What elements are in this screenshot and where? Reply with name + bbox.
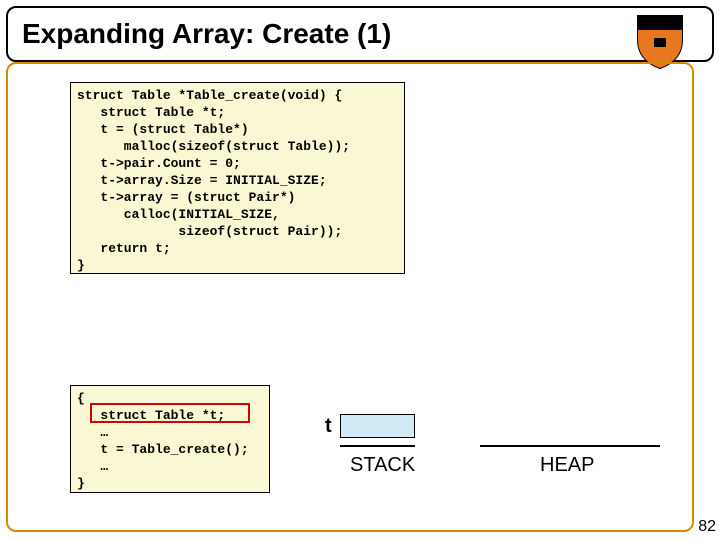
code-line: return t; bbox=[77, 241, 171, 256]
code-line: t = (struct Table*) bbox=[77, 122, 249, 137]
code-line: t = Table_create(); bbox=[77, 442, 249, 457]
code-line: } bbox=[77, 258, 85, 273]
variable-t-label: t bbox=[325, 415, 332, 438]
highlight-current-line bbox=[90, 403, 250, 423]
stack-divider bbox=[340, 445, 415, 447]
code-line: … bbox=[77, 425, 108, 440]
code-line: calloc(INITIAL_SIZE, bbox=[77, 207, 280, 222]
code-line: t->array.Size = INITIAL_SIZE; bbox=[77, 173, 327, 188]
code-line: struct Table *t; bbox=[77, 105, 225, 120]
code-line: t->array = (struct Pair*) bbox=[77, 190, 295, 205]
code-line: sizeof(struct Pair)); bbox=[77, 224, 342, 239]
variable-t-box bbox=[340, 414, 415, 438]
title-bar: Expanding Array: Create (1) bbox=[6, 6, 714, 62]
code-block-function: struct Table *Table_create(void) { struc… bbox=[70, 82, 405, 274]
page-number: 82 bbox=[698, 518, 716, 536]
slide-title: Expanding Array: Create (1) bbox=[22, 18, 391, 50]
code-line: malloc(sizeof(struct Table)); bbox=[77, 139, 350, 154]
code-line: … bbox=[77, 459, 108, 474]
stack-label: STACK bbox=[350, 454, 415, 477]
code-block-caller: { struct Table *t; … t = Table_create();… bbox=[70, 385, 270, 493]
heap-divider bbox=[480, 445, 660, 447]
heap-label: HEAP bbox=[540, 454, 594, 477]
code-line: } bbox=[77, 476, 85, 491]
princeton-shield-icon bbox=[630, 10, 690, 70]
code-line: t->pair.Count = 0; bbox=[77, 156, 241, 171]
code-line: struct Table *Table_create(void) { bbox=[77, 88, 342, 103]
code-line: { bbox=[77, 391, 85, 406]
